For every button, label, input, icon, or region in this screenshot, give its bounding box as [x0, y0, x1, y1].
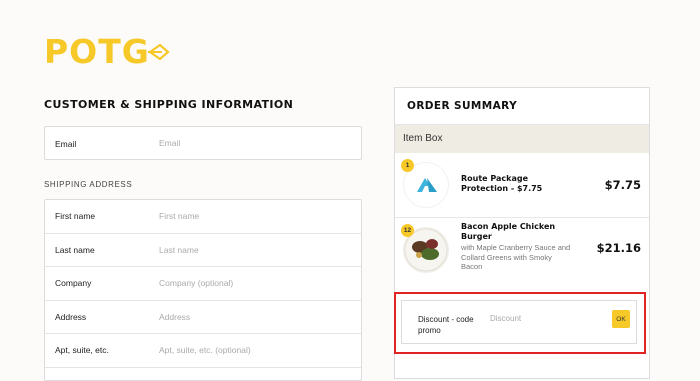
order-item: 12 Bacon Apple Chicken Burger with Maple… — [395, 218, 649, 286]
company-label: Company — [55, 278, 92, 289]
item-name: Bacon Apple Chicken Burger — [461, 222, 556, 241]
order-summary-title: ORDER SUMMARY — [395, 88, 649, 125]
item-name: Route Package Protection - $7.75 — [461, 174, 543, 193]
discount-label: Discount - code promo — [418, 315, 474, 335]
shipping-address-form: First name Last name Company Address Apt… — [44, 199, 362, 381]
quantity-badge: 12 — [401, 224, 414, 237]
address-row: Address — [45, 301, 361, 335]
address-label: Address — [55, 311, 87, 322]
item-price: $7.75 — [604, 178, 641, 192]
logo-text: POTG — [44, 32, 150, 71]
customer-shipping-title: CUSTOMER & SHIPPING INFORMATION — [44, 98, 294, 111]
company-row: Company — [45, 267, 361, 301]
discount-highlight: Discount - code promo OK — [394, 292, 646, 354]
item-description: with Maple Cranberry Sauce and Collard G… — [461, 243, 571, 271]
last-name-label: Last name — [55, 244, 95, 255]
email-input[interactable] — [159, 138, 353, 148]
shipping-address-label: SHIPPING ADDRESS — [44, 180, 133, 189]
apt-suite-input[interactable] — [159, 345, 353, 356]
last-name-row: Last name — [45, 234, 361, 268]
discount-code-row: Discount - code promo OK — [401, 300, 637, 344]
address-input[interactable] — [159, 311, 353, 322]
arrow-logo-icon — [147, 43, 170, 60]
first-name-input[interactable] — [159, 211, 353, 221]
quantity-badge: 1 — [401, 159, 414, 172]
apply-discount-button[interactable]: OK — [612, 310, 630, 328]
discount-input[interactable] — [490, 314, 590, 323]
last-name-input[interactable] — [159, 244, 353, 255]
apt-suite-label: Apt, suite, etc. — [55, 345, 109, 356]
email-label: Email — [55, 139, 77, 149]
first-name-label: First name — [55, 211, 96, 221]
item-box-header: Item Box — [395, 125, 649, 153]
company-input[interactable] — [159, 278, 353, 289]
apt-suite-row: Apt, suite, etc. — [45, 334, 361, 368]
email-field-row: Email — [44, 126, 362, 160]
first-name-row: First name — [45, 200, 361, 234]
item-price: $21.16 — [596, 241, 641, 255]
order-item: 1 Route Package Protection - $7.75 $7.75 — [395, 153, 649, 218]
brand-logo[interactable]: POTG — [44, 35, 170, 68]
